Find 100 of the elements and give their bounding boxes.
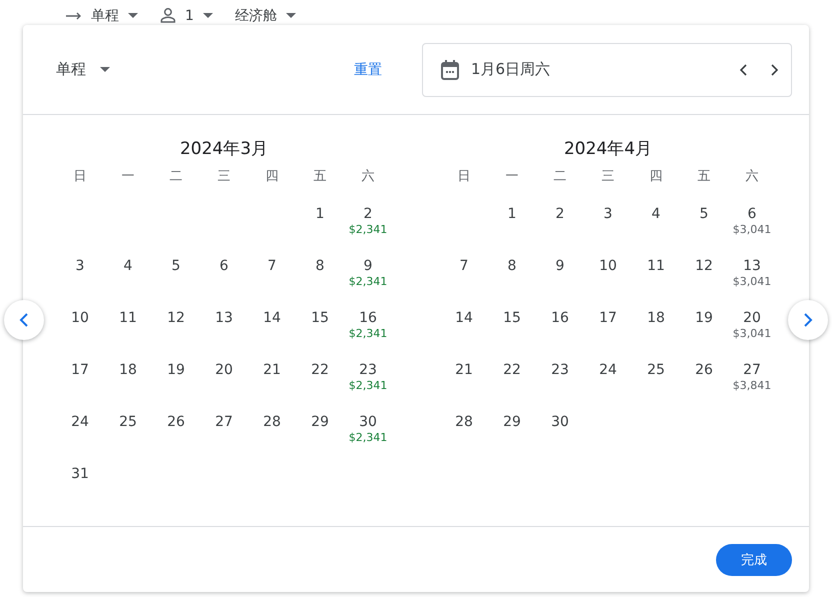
day-number[interactable]: 18 — [647, 309, 665, 327]
done-button[interactable]: 完成 — [716, 544, 792, 576]
day-number[interactable]: 5 — [172, 257, 180, 275]
calendar-icon — [441, 60, 459, 80]
day-number[interactable]: 2 — [364, 205, 372, 223]
weekday-label: 日 — [72, 168, 88, 186]
day-number[interactable]: 10 — [599, 257, 617, 275]
day-number[interactable]: 1 — [508, 205, 516, 223]
day-number[interactable]: 12 — [695, 257, 713, 275]
day-number[interactable]: 22 — [311, 361, 329, 379]
day-number[interactable]: 15 — [503, 309, 521, 327]
day-number[interactable]: 19 — [167, 361, 185, 379]
price-label: $2,341 — [348, 275, 388, 288]
weekday-label: 四 — [648, 168, 664, 186]
trip-type-dropdown[interactable]: 单程 — [91, 6, 119, 24]
day-number[interactable]: 11 — [647, 257, 665, 275]
day-number[interactable]: 28 — [263, 413, 281, 431]
weekday-label: 五 — [312, 168, 328, 186]
day-number[interactable]: 13 — [743, 257, 761, 275]
chevron-right-icon — [803, 312, 813, 328]
day-number[interactable]: 3 — [76, 257, 84, 275]
day-number[interactable]: 30 — [551, 413, 569, 431]
day-number[interactable]: 16 — [551, 309, 569, 327]
day-number[interactable]: 6 — [748, 205, 756, 223]
weekday-label: 三 — [216, 168, 232, 186]
caret-icon — [202, 13, 213, 18]
price-label: $2,341 — [348, 431, 388, 444]
day-number[interactable]: 23 — [359, 361, 377, 379]
day-number[interactable]: 8 — [316, 257, 324, 275]
price-label: $3,041 — [732, 275, 772, 288]
price-label: $2,341 — [348, 327, 388, 340]
arrow-icon — [66, 12, 82, 20]
price-label: $3,841 — [732, 379, 772, 392]
day-number[interactable]: 8 — [508, 257, 516, 275]
day-number[interactable]: 4 — [124, 257, 132, 275]
day-number[interactable]: 11 — [119, 309, 137, 327]
day-number[interactable]: 2 — [556, 205, 564, 223]
day-number[interactable]: 1 — [316, 205, 324, 223]
date-field[interactable]: 1月6日周六 — [422, 42, 792, 96]
day-number[interactable]: 9 — [364, 257, 372, 275]
month-title: 2024年4月 — [562, 138, 654, 161]
day-number[interactable]: 7 — [460, 257, 468, 275]
month-title: 2024年3月 — [178, 138, 270, 161]
day-number[interactable]: 13 — [215, 309, 233, 327]
chevron-left-icon[interactable] — [739, 64, 747, 76]
weekday-label: 一 — [504, 168, 520, 186]
weekday-label: 五 — [696, 168, 712, 186]
day-number[interactable]: 26 — [167, 413, 185, 431]
day-number[interactable]: 3 — [604, 205, 612, 223]
day-number[interactable]: 29 — [503, 413, 521, 431]
day-number[interactable]: 14 — [263, 309, 281, 327]
day-number[interactable]: 4 — [652, 205, 660, 223]
passenger-dropdown[interactable]: 1 — [185, 8, 194, 24]
day-number[interactable]: 21 — [455, 361, 473, 379]
caret-icon — [286, 13, 296, 18]
day-number[interactable]: 30 — [359, 413, 377, 431]
day-number[interactable]: 19 — [695, 309, 713, 327]
day-number[interactable]: 27 — [743, 361, 761, 379]
day-number[interactable]: 20 — [743, 309, 761, 327]
day-number[interactable]: 24 — [71, 413, 89, 431]
caret-icon — [128, 13, 138, 18]
day-number[interactable]: 16 — [359, 309, 377, 327]
day-number[interactable]: 27 — [215, 413, 233, 431]
day-number[interactable]: 21 — [263, 361, 281, 379]
day-number[interactable]: 14 — [455, 309, 473, 327]
day-number[interactable]: 25 — [647, 361, 665, 379]
day-number[interactable]: 6 — [220, 257, 228, 275]
price-label: $2,341 — [348, 223, 388, 236]
chevron-right-icon[interactable] — [771, 64, 779, 76]
day-number[interactable]: 20 — [215, 361, 233, 379]
day-number[interactable]: 10 — [71, 309, 89, 327]
day-number[interactable]: 22 — [503, 361, 521, 379]
weekday-label: 日 — [456, 168, 472, 186]
weekday-label: 一 — [120, 168, 136, 186]
day-number[interactable]: 12 — [167, 309, 185, 327]
weekday-label: 三 — [600, 168, 616, 186]
reset-button[interactable]: 重置 — [344, 56, 392, 82]
day-number[interactable]: 7 — [268, 257, 276, 275]
day-number[interactable]: 23 — [551, 361, 569, 379]
weekday-label: 二 — [552, 168, 568, 186]
weekday-label: 六 — [360, 168, 376, 186]
person-icon — [160, 8, 176, 23]
weekday-label: 六 — [744, 168, 760, 186]
date-value: 1月6日周六 — [471, 60, 552, 79]
day-number[interactable]: 26 — [695, 361, 713, 379]
day-number[interactable]: 5 — [700, 205, 708, 223]
day-number[interactable]: 17 — [599, 309, 617, 327]
day-number[interactable]: 9 — [556, 257, 564, 275]
cabin-dropdown[interactable]: 经济舱 — [234, 6, 277, 24]
day-number[interactable]: 24 — [599, 361, 617, 379]
day-number[interactable]: 29 — [311, 413, 329, 431]
day-number[interactable]: 28 — [455, 413, 473, 431]
price-label: $2,341 — [348, 379, 388, 392]
chevron-left-icon — [19, 312, 29, 328]
day-number[interactable]: 17 — [71, 361, 89, 379]
day-number[interactable]: 31 — [71, 465, 89, 483]
day-number[interactable]: 18 — [119, 361, 137, 379]
day-number[interactable]: 25 — [119, 413, 137, 431]
trip-type-select[interactable]: 单程 — [56, 60, 86, 79]
day-number[interactable]: 15 — [311, 309, 329, 327]
